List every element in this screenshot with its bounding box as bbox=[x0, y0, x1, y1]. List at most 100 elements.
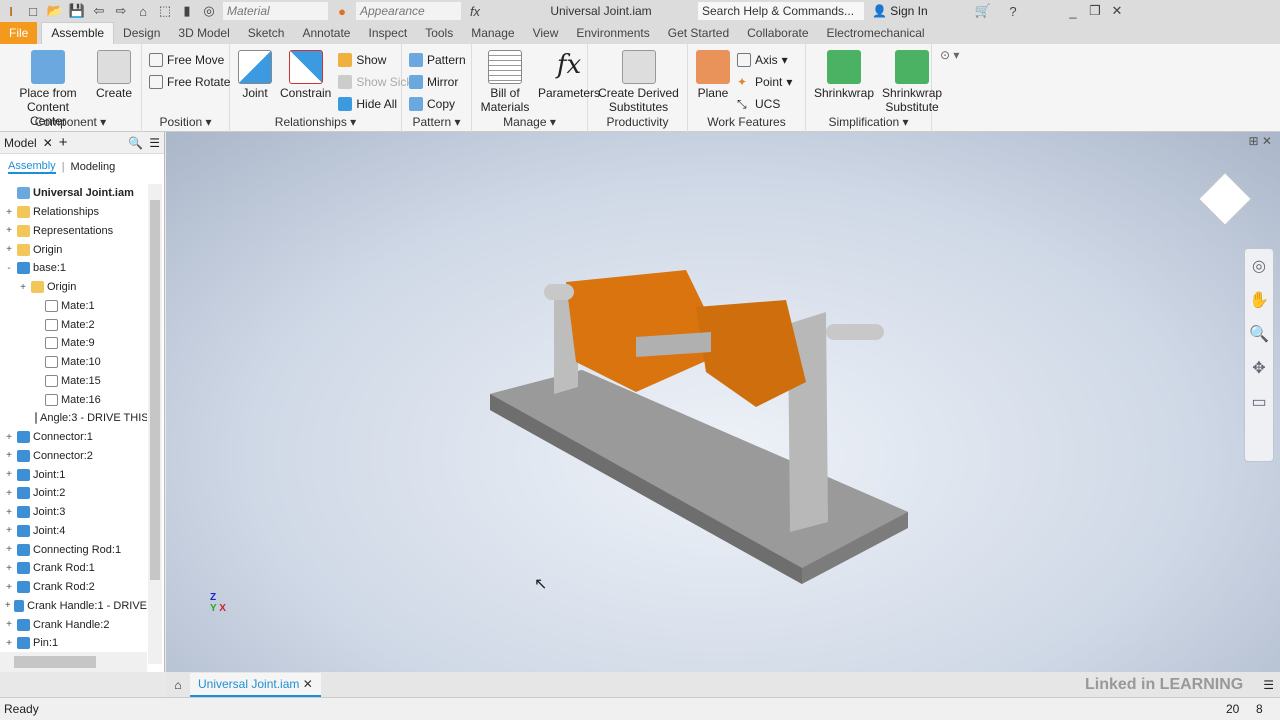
appearance-dropdown[interactable]: Appearance bbox=[356, 2, 461, 20]
tree-node[interactable]: + Pin:1 bbox=[0, 634, 147, 653]
tree-node[interactable]: + Joint:3 bbox=[0, 503, 147, 522]
orbit-icon[interactable]: ✥ bbox=[1245, 351, 1273, 385]
open-icon[interactable]: 📂 bbox=[46, 3, 64, 19]
cart-icon[interactable]: 🛒 bbox=[974, 3, 992, 19]
tree-node[interactable]: - base:1 bbox=[0, 259, 147, 278]
panel-label[interactable]: Component ▾ bbox=[0, 115, 141, 129]
expand-toggle[interactable]: + bbox=[4, 469, 14, 480]
expand-toggle[interactable]: + bbox=[4, 488, 14, 499]
tab-environments[interactable]: Environments bbox=[567, 23, 658, 44]
tree-node[interactable]: + Connector:1 bbox=[0, 428, 147, 447]
steering-wheel-icon[interactable]: ◎ bbox=[1245, 249, 1273, 283]
expand-toggle[interactable]: + bbox=[4, 544, 14, 555]
tree-node[interactable]: + Crank Handle:2 bbox=[0, 615, 147, 634]
tree-node[interactable]: + Connector:2 bbox=[0, 447, 147, 466]
panel-label[interactable]: Position ▾ bbox=[142, 115, 229, 129]
close-tab-icon[interactable]: ✕ bbox=[303, 677, 313, 691]
tree-node[interactable]: + Joint:2 bbox=[0, 484, 147, 503]
panel-label[interactable]: Pattern ▾ bbox=[402, 115, 471, 129]
expand-toggle[interactable]: + bbox=[4, 207, 14, 218]
tab-3d-model[interactable]: 3D Model bbox=[169, 23, 238, 44]
panel-label[interactable]: Simplification ▾ bbox=[806, 115, 931, 129]
tree-node[interactable]: + Relationships bbox=[0, 203, 147, 222]
expand-toggle[interactable]: + bbox=[4, 619, 14, 630]
expand-toggle[interactable]: + bbox=[4, 638, 14, 649]
tree-node[interactable]: Mate:2 bbox=[0, 315, 147, 334]
restore-button[interactable]: ❐ bbox=[1086, 3, 1104, 19]
mirror-button[interactable]: Mirror bbox=[409, 71, 466, 93]
tab-design[interactable]: Design bbox=[114, 23, 169, 44]
tab-electromechanical[interactable]: Electromechanical bbox=[818, 23, 934, 44]
expand-toggle[interactable]: + bbox=[4, 244, 14, 255]
expand-toggle[interactable]: + bbox=[4, 525, 14, 536]
select-icon[interactable]: ⬚ bbox=[156, 3, 174, 19]
tab-get-started[interactable]: Get Started bbox=[659, 23, 738, 44]
free-rotate-button[interactable]: Free Rotate bbox=[149, 71, 230, 93]
zoom-icon[interactable]: 🔍 bbox=[1245, 317, 1273, 351]
tab-inspect[interactable]: Inspect bbox=[359, 23, 416, 44]
expand-toggle[interactable]: + bbox=[4, 450, 14, 461]
tab-assembly[interactable]: Assembly bbox=[8, 160, 56, 174]
tree-node[interactable]: + Joint:4 bbox=[0, 522, 147, 541]
fx-icon[interactable]: fx bbox=[466, 3, 484, 19]
tree-node[interactable]: Mate:9 bbox=[0, 334, 147, 353]
new-icon[interactable]: □ bbox=[24, 3, 42, 19]
search-icon[interactable]: 🔍 bbox=[128, 136, 143, 150]
save-icon[interactable]: 💾 bbox=[68, 3, 86, 19]
expand-toggle[interactable]: + bbox=[4, 582, 14, 593]
home-icon[interactable]: ⌂ bbox=[134, 3, 152, 19]
vertical-scrollbar[interactable] bbox=[148, 184, 162, 664]
close-browser-icon[interactable]: ✕ bbox=[43, 136, 53, 150]
tree-node[interactable]: Mate:16 bbox=[0, 390, 147, 409]
3d-viewport[interactable]: ⊞ ✕ ◎ ✋ 🔍 ✥ ▭ ZY X ↖ bbox=[166, 132, 1280, 672]
expand-toggle[interactable]: + bbox=[4, 507, 14, 518]
panel-label[interactable]: Relationships ▾ bbox=[230, 115, 401, 129]
home-tab-icon[interactable]: ⌂ bbox=[166, 678, 190, 692]
tree-node[interactable]: + Crank Rod:2 bbox=[0, 578, 147, 597]
tab-file[interactable]: File bbox=[0, 22, 38, 44]
assembly-model[interactable] bbox=[166, 132, 1280, 672]
tree-node[interactable]: Universal Joint.iam bbox=[0, 184, 147, 203]
undo-icon[interactable]: ⇦ bbox=[90, 3, 108, 19]
add-browser-icon[interactable]: + bbox=[59, 134, 68, 151]
tree-node[interactable]: Mate:10 bbox=[0, 353, 147, 372]
material-dropdown[interactable]: Material bbox=[223, 2, 328, 20]
expand-toggle[interactable]: + bbox=[4, 225, 14, 236]
tree-node[interactable]: + Crank Rod:1 bbox=[0, 559, 147, 578]
doc-tab[interactable]: Universal Joint.iam ✕ bbox=[190, 672, 321, 697]
tree-node[interactable]: + Joint:1 bbox=[0, 465, 147, 484]
axis-button[interactable]: Axis ▾ bbox=[737, 49, 792, 71]
tree-node[interactable]: Mate:15 bbox=[0, 372, 147, 391]
tree-node[interactable]: Mate:1 bbox=[0, 297, 147, 316]
tab-collaborate[interactable]: Collaborate bbox=[738, 23, 817, 44]
look-at-icon[interactable]: ▭ bbox=[1245, 385, 1273, 419]
tab-menu-icon[interactable]: ☰ bbox=[1263, 678, 1274, 692]
menu-icon[interactable]: ☰ bbox=[149, 136, 160, 150]
expand-toggle[interactable]: + bbox=[4, 600, 11, 611]
ucs-button[interactable]: ⤡ UCS bbox=[737, 93, 792, 115]
tab-assemble[interactable]: Assemble bbox=[41, 22, 115, 44]
tree-node[interactable]: + Origin bbox=[0, 278, 147, 297]
tab-sketch[interactable]: Sketch bbox=[239, 23, 294, 44]
tree-node[interactable]: Angle:3 - DRIVE THIS bbox=[0, 409, 147, 428]
tab-view[interactable]: View bbox=[524, 23, 568, 44]
tab-manage[interactable]: Manage bbox=[462, 23, 523, 44]
expand-toggle[interactable]: - bbox=[4, 263, 14, 274]
horizontal-scrollbar[interactable] bbox=[0, 652, 147, 672]
pan-icon[interactable]: ✋ bbox=[1245, 283, 1273, 317]
viewport-window-icons[interactable]: ⊞ ✕ bbox=[1249, 134, 1272, 148]
minimize-button[interactable]: _ bbox=[1064, 3, 1082, 19]
close-button[interactable]: ✕ bbox=[1108, 3, 1126, 19]
tab-modeling[interactable]: Modeling bbox=[71, 161, 116, 173]
help-icon[interactable]: ? bbox=[1004, 3, 1022, 19]
pattern-button[interactable]: Pattern bbox=[409, 49, 466, 71]
tree-node[interactable]: + Crank Handle:1 - DRIVE bbox=[0, 597, 147, 616]
expand-toggle[interactable]: + bbox=[4, 563, 14, 574]
tree-node[interactable]: + Origin bbox=[0, 240, 147, 259]
redo-icon[interactable]: ⇨ bbox=[112, 3, 130, 19]
copy-button[interactable]: Copy bbox=[409, 93, 466, 115]
expand-toggle[interactable]: + bbox=[18, 282, 28, 293]
tree-node[interactable]: + Representations bbox=[0, 222, 147, 241]
tab-annotate[interactable]: Annotate bbox=[293, 23, 359, 44]
free-move-button[interactable]: Free Move bbox=[149, 49, 230, 71]
